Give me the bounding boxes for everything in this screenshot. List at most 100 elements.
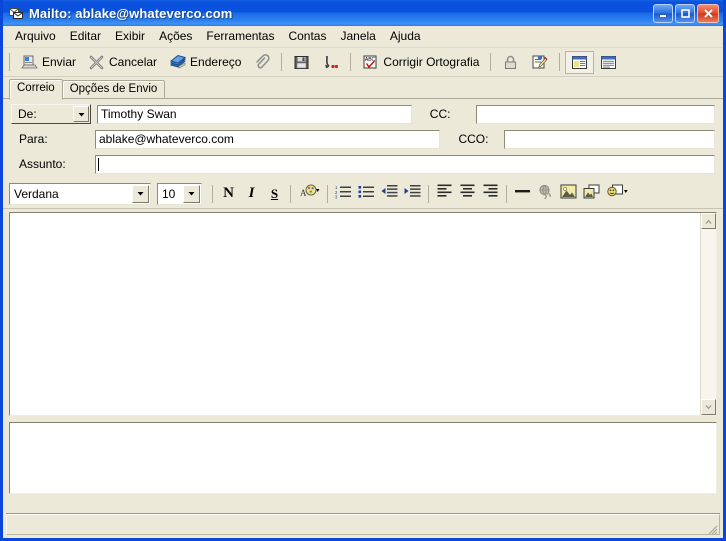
resize-grip-icon[interactable] [706, 522, 718, 535]
tab-correio[interactable]: Correio [9, 79, 63, 100]
subject-input[interactable] [95, 154, 715, 174]
hyperlink-globe-icon [537, 184, 554, 204]
address-button[interactable]: Endereço [163, 51, 247, 74]
cc-input[interactable] [475, 104, 715, 124]
format-separator-0 [212, 184, 213, 203]
bulleted-list-button[interactable] [355, 183, 378, 205]
tab-opcoes-de-envio[interactable]: Opções de Envio [61, 80, 166, 99]
font-color-button[interactable]: A [295, 183, 323, 205]
from-row: De: Timothy Swan CC: [11, 103, 715, 125]
view-pane-top-icon [600, 54, 617, 71]
scroll-down-button[interactable] [701, 399, 716, 415]
menu-acoes[interactable]: Ações [152, 27, 199, 46]
chevron-down-icon[interactable] [73, 106, 89, 122]
chevron-down-icon[interactable] [183, 184, 200, 203]
toolbar-separator-3 [490, 53, 492, 71]
to-label: Para: [19, 132, 48, 146]
bcc-input[interactable] [504, 129, 716, 149]
decrease-indent-button[interactable] [378, 183, 401, 205]
toolbar-separator-2 [350, 53, 352, 71]
status-bar-panel [6, 514, 720, 535]
menu-editar[interactable]: Editar [63, 27, 108, 46]
attachments-pane[interactable] [9, 422, 717, 494]
view-pane-left-icon [571, 54, 588, 71]
to-input[interactable]: ablake@whateverco.com [95, 129, 441, 149]
send-button[interactable]: Enviar [15, 51, 82, 74]
font-family-value: Verdana [14, 186, 59, 201]
font-size-selector[interactable]: 10 [157, 182, 202, 205]
menu-bar: Arquivo Editar Exibir Ações Ferramentas … [3, 26, 723, 48]
toolbar-separator-1 [281, 53, 283, 71]
envelope-window-icon [7, 4, 25, 22]
menu-exibir[interactable]: Exibir [108, 27, 152, 46]
numbered-list-button[interactable]: 1 2 3 [332, 183, 355, 205]
emoticon-icon [606, 184, 628, 204]
format-separator-4 [506, 184, 507, 203]
cancel-button[interactable]: Cancelar [82, 51, 163, 74]
formatting-toolbar: Verdana 10 N I S A 1 2 3 [3, 179, 723, 209]
menu-janela[interactable]: Janela [333, 27, 382, 46]
main-toolbar: Enviar Cancelar Endereço ABC Corrigir Or… [3, 48, 723, 77]
increase-indent-button[interactable] [401, 183, 424, 205]
maximize-button[interactable] [675, 3, 695, 23]
hyperlink-button[interactable] [534, 183, 557, 205]
window-title: Mailto: ablake@whateverco.com [29, 5, 233, 21]
format-separator-3 [428, 184, 429, 203]
subject-row: Assunto: [11, 153, 715, 175]
align-left-button[interactable] [433, 183, 456, 205]
svg-text:3: 3 [335, 194, 338, 199]
from-input[interactable]: Timothy Swan [97, 104, 412, 124]
scroll-up-button[interactable] [701, 213, 716, 229]
compose-area [3, 209, 723, 508]
align-center-button[interactable] [456, 183, 479, 205]
to-input-value: ablake@whateverco.com [99, 131, 234, 146]
menu-contas[interactable]: Contas [281, 27, 333, 46]
chevron-down-icon[interactable] [132, 184, 149, 203]
menu-ferramentas[interactable]: Ferramentas [199, 27, 281, 46]
decrease-indent-icon [381, 184, 398, 204]
close-button[interactable] [697, 3, 719, 23]
italic-label: I [248, 185, 255, 201]
minimize-button[interactable] [653, 3, 673, 23]
address-book-icon [169, 54, 187, 71]
tab-strip: Correio Opções de Envio [3, 77, 723, 100]
insert-image-button[interactable] [557, 183, 580, 205]
window-controls [653, 3, 721, 23]
horizontal-rule-button[interactable] [511, 183, 534, 205]
italic-button[interactable]: I [240, 183, 263, 205]
align-right-button[interactable] [479, 183, 502, 205]
spellcheck-button[interactable]: ABC Corrigir Ortografia [356, 51, 485, 74]
from-input-value: Timothy Swan [101, 106, 177, 121]
insert-image-icon [560, 184, 577, 204]
floppy-save-icon [293, 54, 310, 71]
bcc-label: CCO: [458, 132, 489, 146]
encrypt-button[interactable] [496, 51, 525, 74]
save-button[interactable] [287, 51, 316, 74]
bulleted-list-icon [358, 184, 375, 204]
send-later-button[interactable] [316, 51, 345, 74]
format-separator-1 [290, 184, 291, 203]
font-family-selector[interactable]: Verdana [9, 182, 151, 205]
message-headers: De: Timothy Swan CC: Para: ablake@whatev… [3, 99, 723, 179]
message-body-scrollbar[interactable] [700, 213, 716, 415]
bold-button[interactable]: N [217, 183, 240, 205]
from-selector-label: De: [18, 107, 37, 121]
view-layout-2-button[interactable] [594, 51, 623, 74]
message-body-text[interactable] [10, 213, 700, 415]
menu-arquivo[interactable]: Arquivo [8, 27, 63, 46]
attach-button[interactable] [247, 51, 276, 74]
sign-button[interactable] [525, 51, 554, 74]
application-window: Mailto: ablake@whateverco.com Arquivo Ed… [0, 0, 726, 541]
message-body-editor[interactable] [9, 212, 717, 416]
bold-label: N [223, 185, 234, 201]
underline-button[interactable]: S [263, 183, 286, 205]
background-image-button[interactable] [580, 183, 603, 205]
cancel-button-label: Cancelar [109, 55, 158, 69]
title-bar[interactable]: Mailto: ablake@whateverco.com [3, 0, 723, 26]
from-selector[interactable]: De: [11, 104, 91, 124]
toolbar-grip[interactable] [9, 53, 10, 71]
menu-ajuda[interactable]: Ajuda [383, 27, 428, 46]
emoticon-button[interactable] [603, 183, 631, 205]
view-layout-1-button[interactable] [565, 50, 595, 74]
align-center-icon [460, 184, 475, 203]
